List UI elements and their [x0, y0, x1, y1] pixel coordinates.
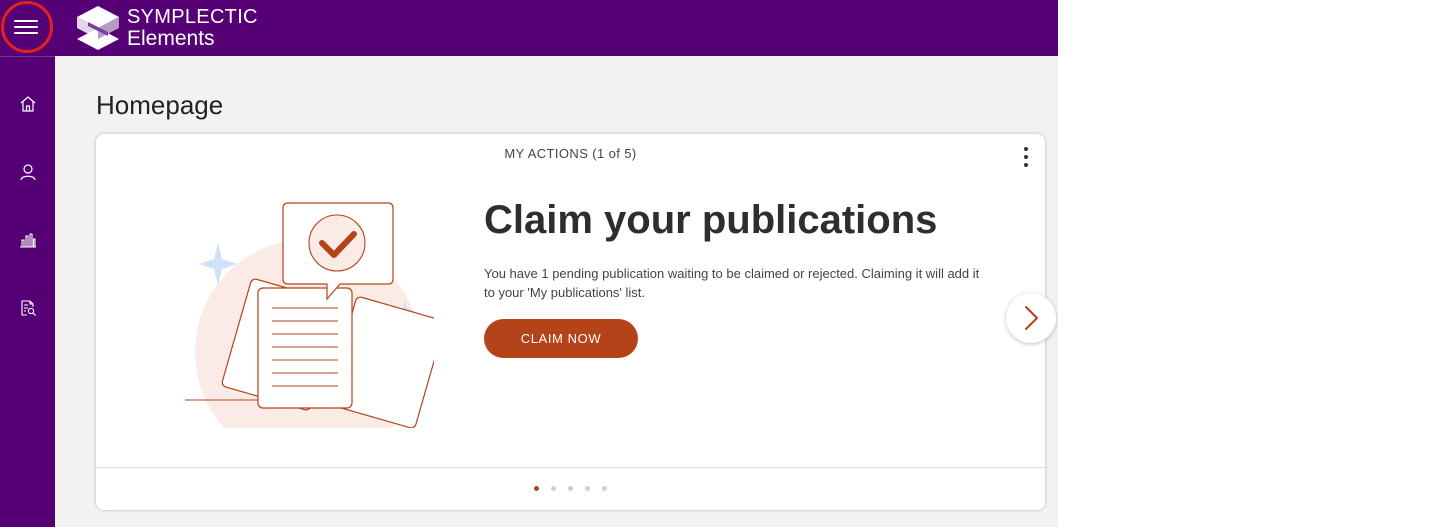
hamburger-menu-button[interactable] [0, 0, 55, 56]
app-window: SYMPLECTIC Elements Homepage MY ACTIONS … [0, 0, 1058, 527]
home-icon [20, 96, 35, 112]
carousel-dot[interactable] [585, 486, 590, 491]
bar-chart-icon [19, 233, 36, 248]
sidebar-item-search-records[interactable] [0, 284, 55, 332]
carousel-dot[interactable] [534, 486, 539, 491]
kebab-menu-icon [1024, 147, 1028, 151]
chevron-right-icon [1025, 306, 1038, 330]
more-options-button[interactable] [1017, 146, 1035, 168]
carousel-pagination [96, 486, 1045, 491]
sidebar-item-reports[interactable] [0, 216, 55, 264]
top-bar: SYMPLECTIC Elements [0, 0, 1058, 56]
carousel-dot[interactable] [602, 486, 607, 491]
page-title: Homepage [96, 90, 224, 120]
product-name: Elements [127, 27, 215, 50]
highlight-ring [1, 1, 53, 53]
my-actions-card: MY ACTIONS (1 of 5) Claim your publicati… [96, 134, 1045, 510]
symplectic-logo-icon [77, 6, 119, 50]
next-slide-button[interactable] [1006, 293, 1056, 343]
sidebar-item-profile[interactable] [0, 148, 55, 196]
action-description: You have 1 pending publication waiting t… [484, 266, 980, 300]
claim-publications-illustration [185, 202, 434, 428]
user-icon [19, 164, 36, 181]
card-header: MY ACTIONS (1 of 5) [504, 146, 637, 161]
carousel-dot[interactable] [551, 486, 556, 491]
logo-text: SYMPLECTIC Elements [127, 7, 258, 49]
kebab-dot [1024, 155, 1028, 159]
document-search-icon [20, 300, 36, 316]
card-divider [96, 467, 1045, 468]
action-headline: Claim your publications [484, 198, 938, 242]
claim-now-button[interactable]: CLAIM NOW [484, 319, 638, 358]
kebab-dot [1024, 163, 1028, 167]
carousel-dot[interactable] [568, 486, 573, 491]
sidebar [0, 56, 55, 527]
brand-name: SYMPLECTIC [127, 6, 258, 28]
sidebar-item-home[interactable] [0, 80, 55, 128]
app-logo[interactable]: SYMPLECTIC Elements [76, 4, 258, 52]
